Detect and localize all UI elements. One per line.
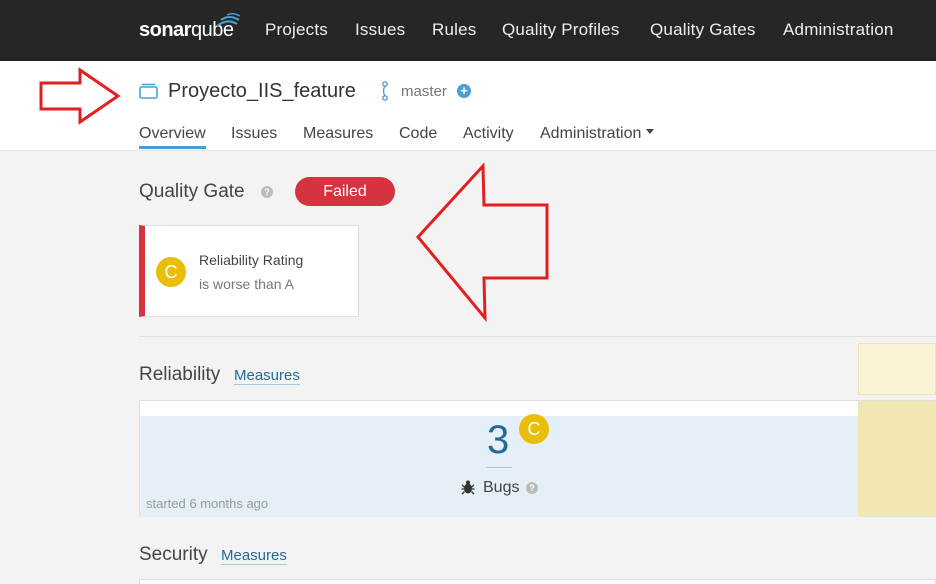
annotation-overlay	[39, 67, 549, 323]
annotation-arrow-left-icon	[416, 162, 549, 323]
annotation-arrow-right-icon	[39, 67, 121, 125]
